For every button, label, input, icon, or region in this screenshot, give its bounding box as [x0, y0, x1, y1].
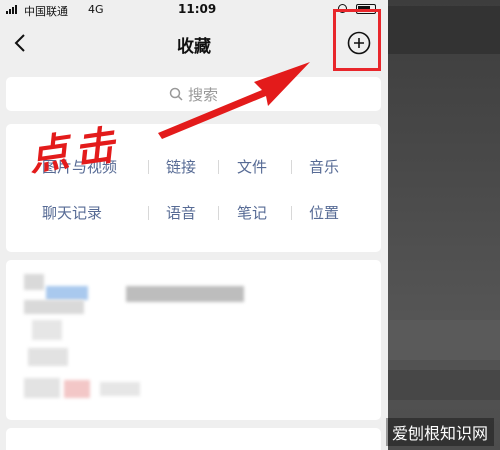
category-location[interactable]: 位置: [309, 202, 339, 223]
divider: [148, 160, 149, 174]
category-chat-history[interactable]: 聊天记录: [42, 202, 102, 223]
status-bar: 中国联通 4G 11:09: [0, 0, 388, 20]
favorite-item-card[interactable]: [6, 260, 381, 420]
category-notes[interactable]: 笔记: [237, 202, 267, 223]
blurred-content: [100, 382, 140, 396]
blurred-content: [24, 274, 44, 290]
phone-screen: 中国联通 4G 11:09 收藏 搜索 图片与视频 链接 文件 音乐 聊天记录 …: [0, 0, 388, 450]
carrier-label: 中国联通: [24, 5, 68, 18]
blurred-content: [64, 380, 90, 398]
divider: [291, 160, 292, 174]
signal-icon: [6, 5, 17, 14]
search-input[interactable]: 搜索: [6, 77, 381, 111]
search-placeholder: 搜索: [187, 85, 218, 104]
search-icon: [169, 87, 183, 101]
blurred-content: [28, 348, 68, 366]
category-links[interactable]: 链接: [166, 156, 196, 177]
blurred-content: [46, 286, 88, 300]
category-music[interactable]: 音乐: [309, 156, 339, 177]
category-voice[interactable]: 语音: [166, 202, 196, 223]
divider: [291, 206, 292, 220]
blurred-title: [126, 286, 244, 302]
highlight-box: [333, 9, 381, 71]
divider: [148, 206, 149, 220]
blurred-content: [24, 300, 84, 314]
divider: [218, 206, 219, 220]
divider: [218, 160, 219, 174]
blurred-content: [32, 320, 62, 340]
favorite-item-card[interactable]: [6, 428, 381, 450]
page-title: 收藏: [177, 37, 211, 57]
category-files[interactable]: 文件: [237, 156, 267, 177]
navigation-bar: 收藏: [0, 22, 388, 66]
side-background: [388, 0, 500, 450]
blurred-content: [24, 378, 60, 398]
network-type: 4G: [88, 3, 104, 16]
watermark: 爱刨根知识网: [385, 418, 494, 446]
status-time: 11:09: [178, 2, 217, 16]
